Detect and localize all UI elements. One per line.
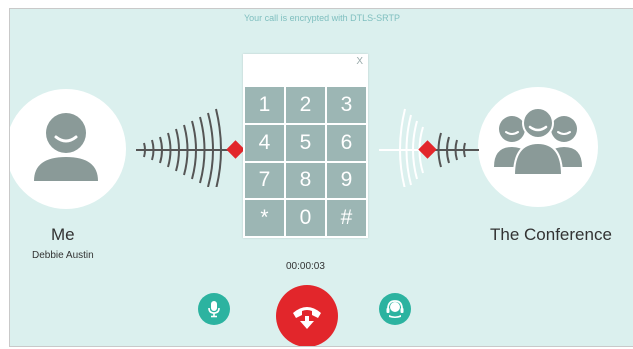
local-user-name: Debbie Austin — [32, 250, 94, 261]
user-icon — [34, 113, 98, 181]
dialpad-key-6[interactable]: 6 — [327, 124, 366, 161]
dialpad-key-hash[interactable]: # — [327, 200, 366, 236]
local-label: Me — [51, 225, 75, 244]
dialpad-key-star[interactable]: * — [245, 200, 284, 236]
dialpad-key-0[interactable]: 0 — [286, 200, 325, 236]
microphone-icon — [208, 301, 220, 318]
dialpad-key-1[interactable]: 1 — [245, 87, 284, 123]
dialpad-close-button[interactable]: X — [356, 56, 363, 67]
dialpad-key-8[interactable]: 8 — [286, 162, 325, 199]
hang-up-button[interactable] — [276, 285, 338, 346]
signal-waves-right — [379, 108, 479, 187]
hang-up-icon — [293, 307, 321, 329]
signal-waves-left — [136, 108, 244, 187]
dialpad-key-7[interactable]: 7 — [245, 162, 284, 199]
dialpad-keys: 1 2 3 4 5 6 7 8 9 * 0 # — [245, 87, 366, 236]
dialpad-key-5[interactable]: 5 — [286, 124, 325, 161]
headset-icon — [386, 300, 404, 318]
mute-button[interactable] — [198, 293, 230, 325]
local-avatar — [10, 89, 126, 209]
dialpad-key-2[interactable]: 2 — [286, 87, 325, 123]
headset-button[interactable] — [379, 293, 411, 325]
dialpad-key-3[interactable]: 3 — [327, 87, 366, 123]
dialpad-key-4[interactable]: 4 — [245, 124, 284, 161]
group-icon — [494, 107, 582, 176]
remote-avatar — [478, 87, 598, 207]
call-stage: Your call is encrypted with DTLS-SRTP X … — [9, 8, 633, 347]
dialpad-display[interactable] — [243, 54, 368, 87]
dialpad-key-9[interactable]: 9 — [327, 162, 366, 199]
remote-label: The Conference — [490, 225, 612, 244]
dialpad: X 1 2 3 4 5 6 7 8 9 * 0 # — [243, 54, 368, 238]
encryption-notice: Your call is encrypted with DTLS-SRTP — [243, 13, 401, 23]
call-timer: 00:00:03 — [286, 261, 325, 272]
